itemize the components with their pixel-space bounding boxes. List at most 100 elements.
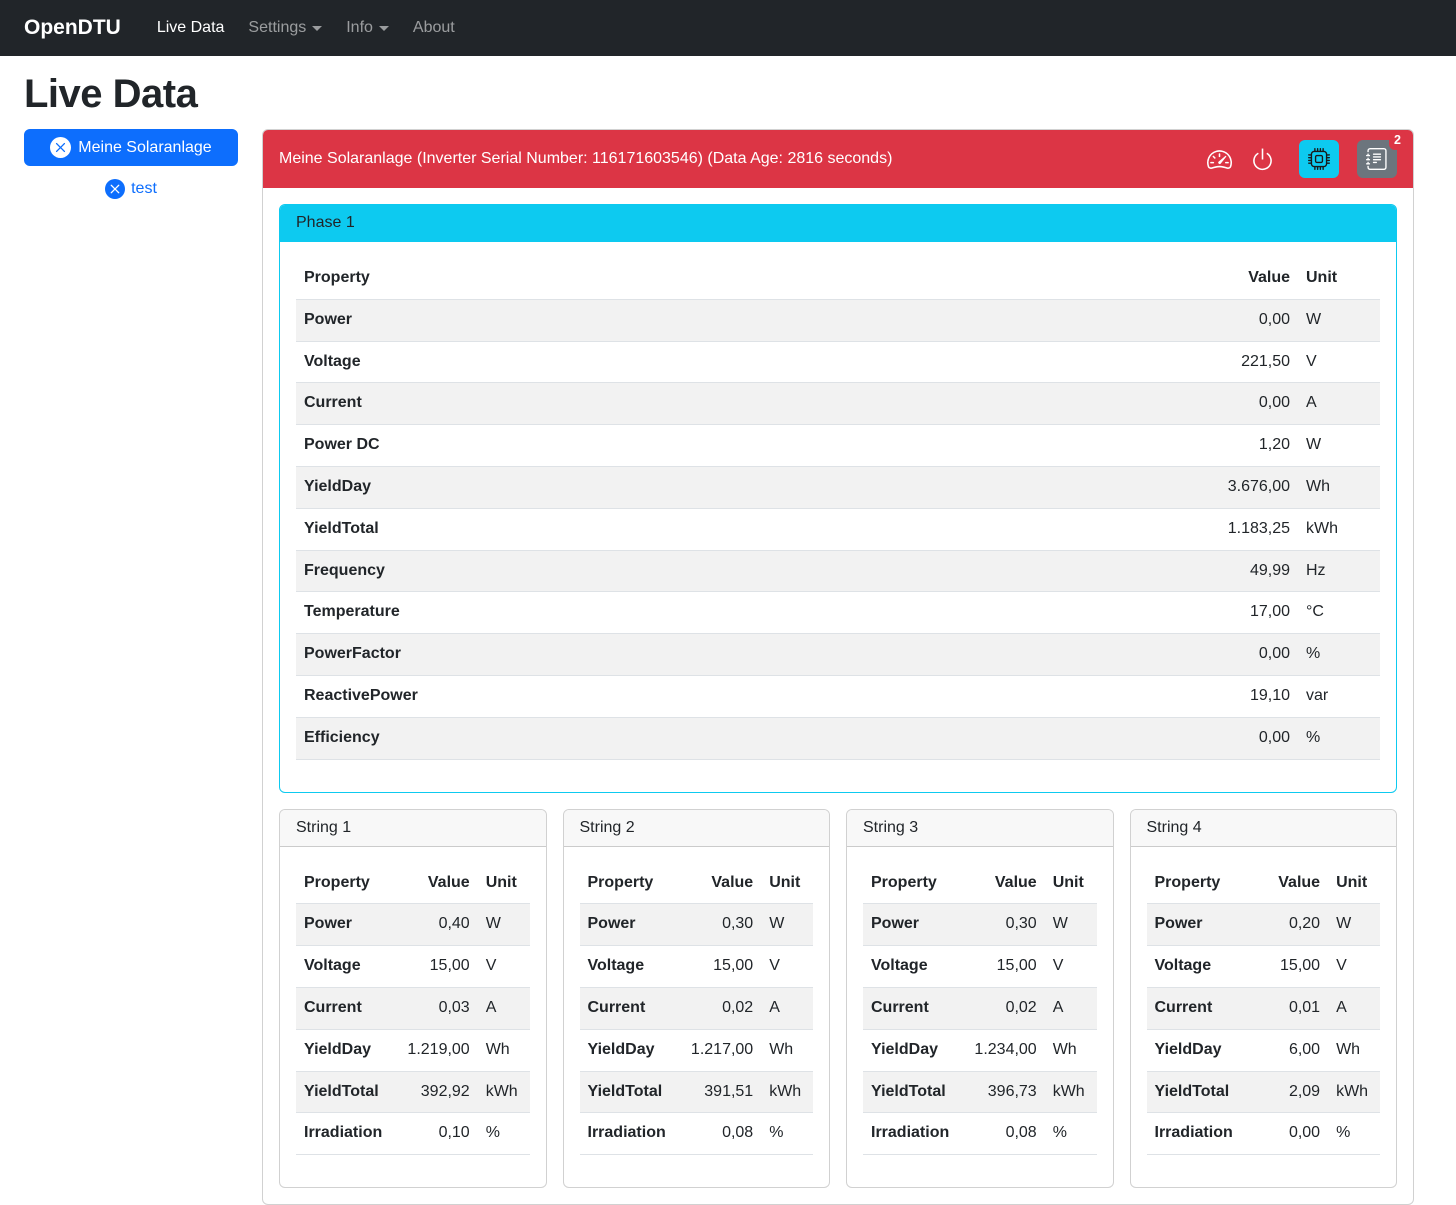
property-cell: YieldTotal [580, 1071, 674, 1113]
column-header: Value [1168, 258, 1298, 299]
string-table: PropertyValueUnitPower0,40WVoltage15,00V… [296, 863, 530, 1156]
nav-item-label: Info [346, 19, 373, 37]
table-row: Current0,02A [580, 987, 814, 1029]
value-cell: 0,00 [1168, 383, 1298, 425]
inverter-card: Meine Solaranlage (Inverter Serial Numbe… [262, 129, 1414, 1205]
value-cell: 15,00 [390, 946, 477, 988]
column-header: Unit [1298, 258, 1380, 299]
property-cell: YieldTotal [863, 1071, 957, 1113]
unit-cell: var [1298, 675, 1380, 717]
device-info-button[interactable] [1299, 140, 1339, 178]
unit-cell: W [1328, 904, 1380, 946]
unit-cell: % [1045, 1113, 1097, 1155]
table-row: PowerFactor0,00% [296, 634, 1380, 676]
property-cell: Irradiation [580, 1113, 674, 1155]
nav-item-live-data[interactable]: Live Data [145, 11, 237, 45]
inverter-panel: Meine Solaranlage (Inverter Serial Numbe… [262, 129, 1414, 1205]
value-cell: 0,08 [674, 1113, 761, 1155]
table-row: Voltage15,00V [296, 946, 530, 988]
unit-cell: % [1298, 634, 1380, 676]
property-cell: Power [296, 904, 390, 946]
table-header-row: PropertyValueUnit [296, 863, 530, 904]
unit-cell: Wh [1298, 466, 1380, 508]
nav-item-settings[interactable]: Settings [236, 11, 334, 45]
property-cell: Frequency [296, 550, 1168, 592]
value-cell: 0,40 [390, 904, 477, 946]
unit-cell: W [1298, 299, 1380, 341]
unit-cell: A [1298, 383, 1380, 425]
inverter-card-header: Meine Solaranlage (Inverter Serial Numbe… [263, 130, 1413, 188]
value-cell: 0,01 [1241, 987, 1328, 1029]
string-table: PropertyValueUnitPower0,20WVoltage15,00V… [1147, 863, 1381, 1156]
unit-cell: W [478, 904, 530, 946]
string-card-header: String 3 [847, 810, 1113, 847]
column-header: Unit [478, 863, 530, 904]
property-cell: Current [863, 987, 957, 1029]
unit-cell: Wh [478, 1029, 530, 1071]
power-control-button[interactable] [1248, 145, 1277, 174]
property-cell: Irradiation [1147, 1113, 1241, 1155]
nav-item-label: Settings [248, 19, 306, 37]
property-cell: Current [580, 987, 674, 1029]
value-cell: 0,02 [957, 987, 1044, 1029]
table-row: YieldDay1.234,00Wh [863, 1029, 1097, 1071]
table-row: YieldTotal2,09kWh [1147, 1071, 1381, 1113]
value-cell: 1.219,00 [390, 1029, 477, 1071]
inverter-toolbar: 2 [1205, 140, 1397, 178]
table-row: Power0,30W [580, 904, 814, 946]
phase-card-header: Phase 1 [280, 205, 1396, 242]
property-cell: Current [1147, 987, 1241, 1029]
nav-item-info[interactable]: Info [334, 11, 401, 45]
value-cell: 2,09 [1241, 1071, 1328, 1113]
unit-cell: V [1298, 341, 1380, 383]
value-cell: 391,51 [674, 1071, 761, 1113]
column-header: Value [957, 863, 1044, 904]
property-cell: YieldDay [1147, 1029, 1241, 1071]
column-header: Value [390, 863, 477, 904]
value-cell: 1.183,25 [1168, 508, 1298, 550]
app-brand[interactable]: OpenDTU [24, 16, 121, 40]
nav-links: Live Data Settings Info About [145, 11, 467, 45]
property-cell: YieldDay [580, 1029, 674, 1071]
unit-cell: A [478, 987, 530, 1029]
value-cell: 0,10 [390, 1113, 477, 1155]
table-row: YieldTotal396,73kWh [863, 1071, 1097, 1113]
inverter-test-label: test [131, 180, 157, 198]
string-card-3: String 3 PropertyValueUnitPower0,30WVolt… [846, 809, 1114, 1189]
limit-settings-button[interactable] [1205, 145, 1234, 174]
string-card-2: String 2 PropertyValueUnitPower0,30WVolt… [563, 809, 831, 1189]
value-cell: 0,08 [957, 1113, 1044, 1155]
value-cell: 0,00 [1168, 299, 1298, 341]
nav-item-label: About [413, 19, 455, 37]
table-row: Temperature17,00°C [296, 592, 1380, 634]
property-cell: Current [296, 383, 1168, 425]
value-cell: 19,10 [1168, 675, 1298, 717]
table-row: Current0,01A [1147, 987, 1381, 1029]
property-cell: YieldDay [863, 1029, 957, 1071]
table-row: YieldDay1.217,00Wh [580, 1029, 814, 1071]
nav-item-about[interactable]: About [401, 11, 467, 45]
inverter-select-button[interactable]: Meine Solaranlage [24, 129, 238, 166]
value-cell: 15,00 [957, 946, 1044, 988]
string-card-header: String 2 [564, 810, 830, 847]
column-header: Property [863, 863, 957, 904]
column-header: Property [296, 258, 1168, 299]
value-cell: 17,00 [1168, 592, 1298, 634]
unit-cell: °C [1298, 592, 1380, 634]
table-row: Power0,20W [1147, 904, 1381, 946]
property-cell: Power [863, 904, 957, 946]
table-row: YieldDay6,00Wh [1147, 1029, 1381, 1071]
unit-cell: Wh [761, 1029, 813, 1071]
property-cell: Irradiation [296, 1113, 390, 1155]
table-row: Power0,30W [863, 904, 1097, 946]
value-cell: 0,30 [957, 904, 1044, 946]
table-row: Irradiation0,08% [580, 1113, 814, 1155]
column-header: Property [1147, 863, 1241, 904]
cpu-icon [1308, 148, 1330, 170]
unit-cell: % [1298, 717, 1380, 759]
event-count-badge: 2 [1389, 131, 1406, 150]
inverter-test-link[interactable]: test [24, 179, 238, 199]
phase-card: Phase 1 PropertyValueUnitPower0,00WVolta… [279, 204, 1397, 793]
event-log-button[interactable]: 2 [1357, 140, 1397, 178]
property-cell: YieldTotal [1147, 1071, 1241, 1113]
